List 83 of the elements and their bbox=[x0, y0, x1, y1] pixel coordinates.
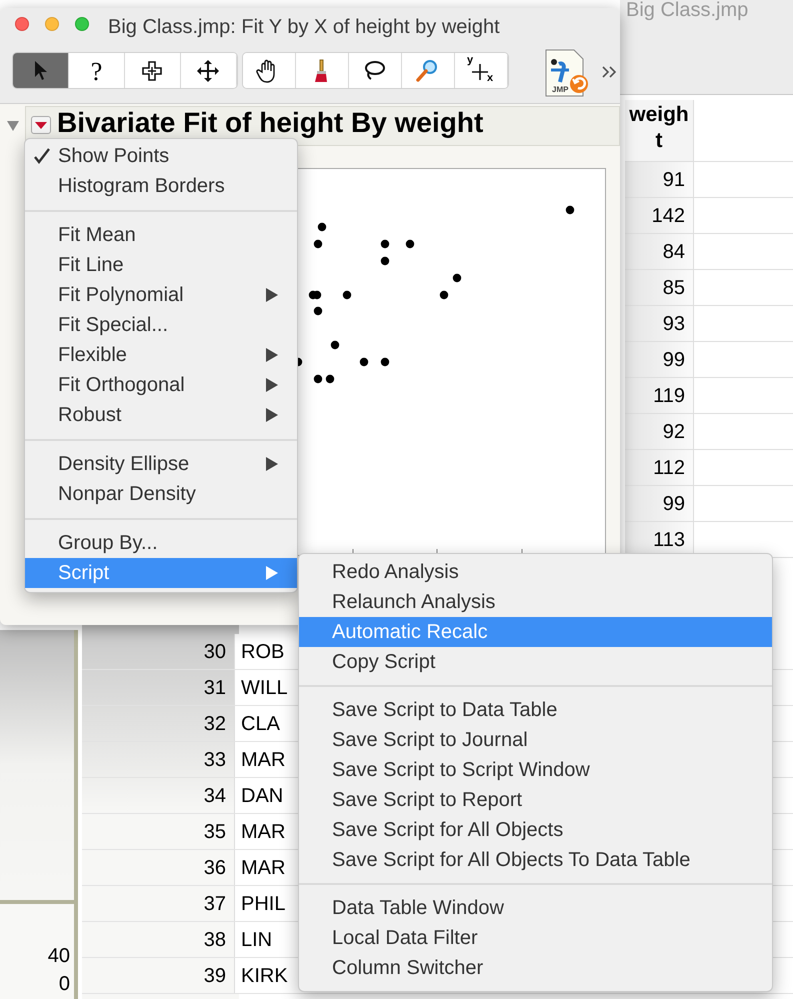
row-number: 33 bbox=[202, 748, 227, 772]
menu-item[interactable]: Robust bbox=[25, 400, 297, 430]
table-cell: 84 bbox=[625, 234, 693, 270]
table-cell: 92 bbox=[625, 414, 693, 450]
data-point bbox=[342, 290, 352, 300]
data-point bbox=[314, 306, 322, 316]
menu-item[interactable]: Flexible bbox=[25, 340, 297, 370]
row-number: 38 bbox=[202, 928, 227, 952]
table-cell: LIN bbox=[234, 922, 272, 957]
table-cell: WILL bbox=[234, 670, 288, 705]
disclosure-triangle-icon[interactable] bbox=[6, 120, 20, 132]
table-cell: CLA bbox=[234, 706, 280, 741]
table-cell: 142 bbox=[625, 198, 693, 234]
hand-tool-button[interactable] bbox=[243, 53, 296, 88]
menu-item[interactable]: Save Script for All Objects To Data Table bbox=[299, 845, 772, 875]
menu-item[interactable]: Redo Analysis bbox=[299, 557, 772, 587]
data-point bbox=[312, 290, 322, 300]
column-header[interactable]: weight bbox=[625, 100, 693, 162]
menu-item[interactable]: Histogram Borders bbox=[25, 171, 297, 201]
axis-label: 0 bbox=[58, 972, 70, 997]
table-cell: 99 bbox=[625, 486, 693, 522]
data-point bbox=[380, 256, 390, 266]
overflow-chevron-icon[interactable] bbox=[601, 65, 617, 79]
axis-letter: x bbox=[487, 70, 494, 86]
arrow-tool-button[interactable] bbox=[13, 53, 69, 88]
row-number: 32 bbox=[202, 712, 227, 736]
menu-item[interactable]: Fit Line bbox=[25, 250, 297, 280]
menu-item[interactable]: Fit Mean bbox=[25, 220, 297, 250]
axis-letter: y bbox=[467, 53, 474, 68]
table-cell: ROB bbox=[234, 634, 284, 669]
menu-item[interactable]: Fit Special... bbox=[25, 310, 297, 340]
menu-item[interactable]: Save Script to Script Window bbox=[299, 755, 772, 785]
row-number: 39 bbox=[202, 964, 227, 988]
menu-item[interactable]: Copy Script bbox=[299, 647, 772, 677]
table-cell: 93 bbox=[625, 306, 693, 342]
menu-item[interactable]: Save Script for All Objects bbox=[299, 815, 772, 845]
menu-item[interactable]: Local Data Filter bbox=[299, 923, 772, 953]
axis-label: 40 bbox=[48, 944, 70, 969]
data-point bbox=[318, 222, 326, 232]
row-number: 30 bbox=[202, 640, 227, 664]
menu-item[interactable]: Nonpar Density bbox=[25, 479, 297, 509]
data-point bbox=[360, 358, 368, 366]
options-menu-button[interactable] bbox=[31, 116, 51, 134]
row-number: 34 bbox=[202, 784, 227, 808]
row-number: 36 bbox=[202, 856, 227, 880]
window-title: Big Class.jmp: Fit Y by X of height by weight bbox=[108, 15, 500, 40]
data-point bbox=[314, 240, 322, 248]
menu-item[interactable]: Save Script to Journal bbox=[299, 725, 772, 755]
menu-item[interactable]: Save Script to Data Table bbox=[299, 695, 772, 725]
menu-item[interactable]: Density Ellipse bbox=[25, 449, 297, 479]
table-cell: MAR bbox=[234, 814, 286, 849]
table-cell: MAR bbox=[234, 742, 286, 777]
table-cell: 99 bbox=[625, 342, 693, 378]
data-point bbox=[406, 240, 414, 248]
table-cell: 119 bbox=[625, 378, 693, 414]
menu-item[interactable]: Save Script to Report bbox=[299, 785, 772, 815]
menu-item[interactable]: Fit Orthogonal bbox=[25, 370, 297, 400]
row-number: 31 bbox=[202, 676, 227, 700]
data-point bbox=[314, 374, 322, 384]
data-point bbox=[330, 340, 340, 350]
window-title: Big Class.jmp bbox=[626, 0, 748, 21]
row-number: 35 bbox=[202, 820, 227, 844]
table-cell: KIRK bbox=[234, 958, 288, 993]
menu-item[interactable]: Show Points bbox=[25, 141, 297, 171]
table-cell: MAR bbox=[234, 850, 286, 885]
menu-item[interactable]: Group By... bbox=[25, 528, 297, 558]
table-cell: 112 bbox=[625, 450, 693, 486]
data-point bbox=[380, 240, 390, 248]
menu-item[interactable]: Relaunch Analysis bbox=[299, 587, 772, 617]
data-point bbox=[326, 374, 334, 384]
data-point bbox=[452, 274, 462, 282]
table-cell: 85 bbox=[625, 270, 693, 306]
table-cell: DAN bbox=[234, 778, 284, 813]
table-cell: PHIL bbox=[234, 886, 286, 921]
menu-item[interactable]: Column Switcher bbox=[299, 953, 772, 983]
row-number: 37 bbox=[202, 892, 227, 916]
menu-item[interactable]: Fit Polynomial bbox=[25, 280, 297, 310]
data-point bbox=[566, 206, 574, 214]
data-point bbox=[380, 358, 390, 366]
data-point bbox=[440, 290, 448, 300]
report-heading: Bivariate Fit of height By weight bbox=[57, 107, 484, 139]
menu-item[interactable]: Data Table Window bbox=[299, 893, 772, 923]
table-cell: 91 bbox=[625, 162, 693, 198]
